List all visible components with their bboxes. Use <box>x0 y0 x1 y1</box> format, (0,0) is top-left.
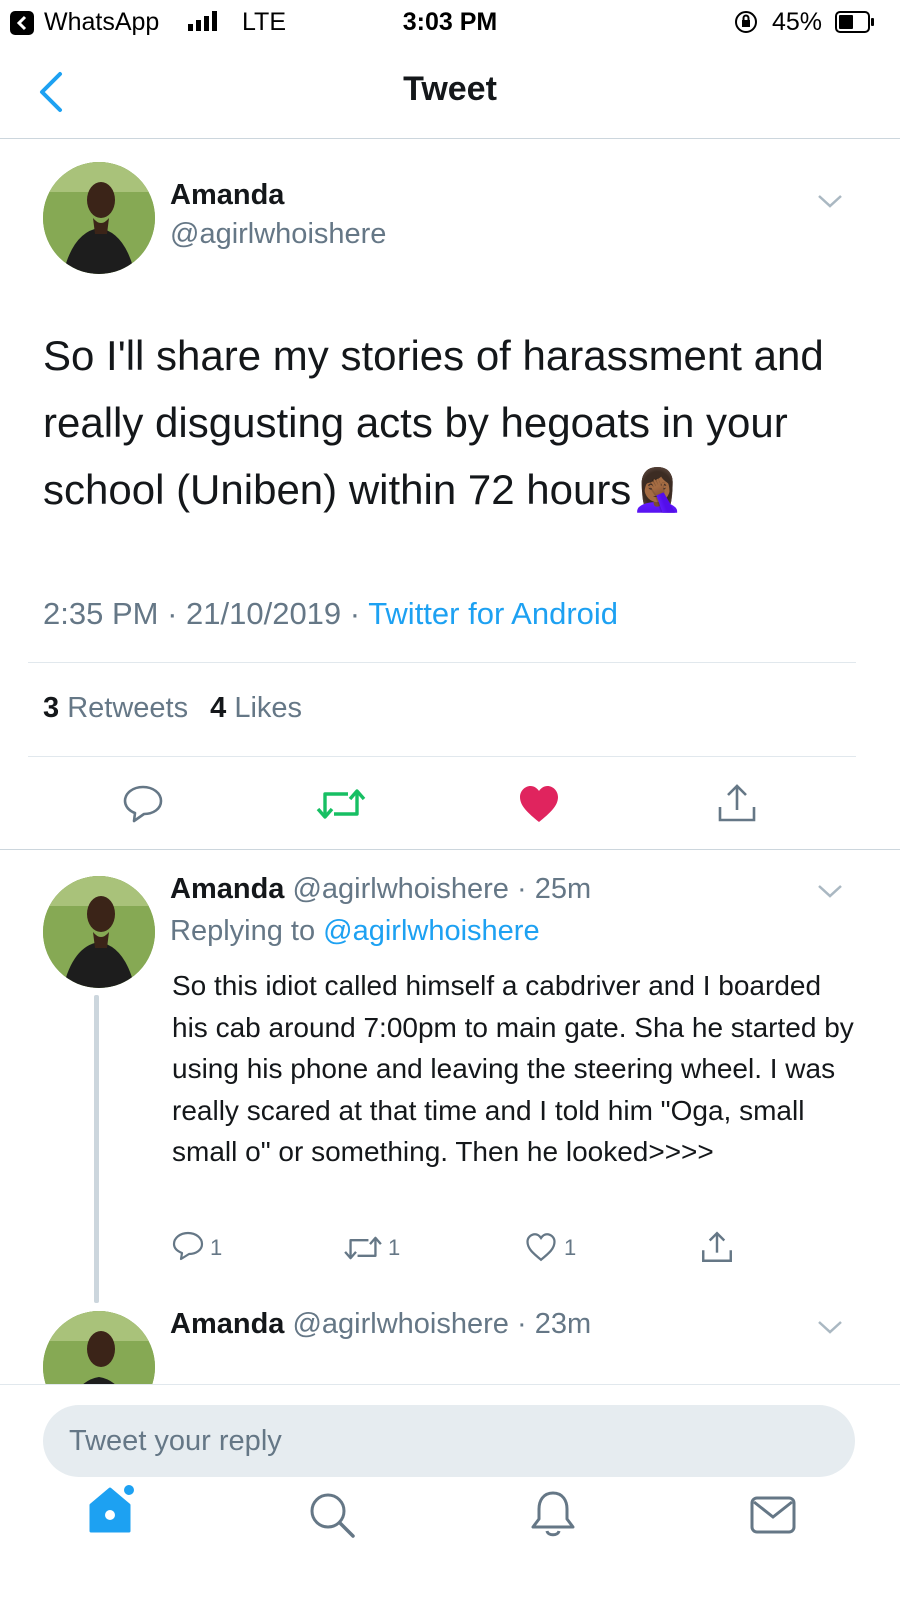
tweet-client-link[interactable]: Twitter for Android <box>368 596 618 631</box>
chevron-down-icon[interactable] <box>816 882 844 900</box>
page-title: Tweet <box>403 70 497 108</box>
home-icon[interactable] <box>88 1483 136 1535</box>
reply-count: 1 <box>210 1235 223 1260</box>
like-heart-icon[interactable] <box>518 784 560 824</box>
likes-stat[interactable]: 4 Likes <box>210 692 302 724</box>
reply-icon[interactable] <box>172 1231 204 1261</box>
retweet-icon[interactable] <box>343 1234 383 1262</box>
reply-header: Amanda @agirlwhoishere · 23m <box>170 1308 591 1341</box>
engagement-stats: 3 Retweets 4 Likes <box>43 692 302 725</box>
bottom-bar <box>0 1384 900 1601</box>
tweet-time: 2:35 PM <box>43 596 159 631</box>
tweet-date: 21/10/2019 <box>186 596 342 631</box>
reply-input[interactable] <box>43 1405 855 1477</box>
retweets-count: 3 <box>43 692 60 724</box>
battery-percent: 45% <box>772 8 823 36</box>
chevron-down-icon[interactable] <box>816 1318 844 1336</box>
author-handle[interactable]: @agirlwhoishere <box>170 218 386 251</box>
meta-separator: · <box>349 596 369 631</box>
avatar-image <box>43 162 155 274</box>
replying-to: Replying to @agirlwhoishere <box>170 915 540 948</box>
replying-to-label: Replying to <box>170 915 316 947</box>
reply-author-handle[interactable]: @agirlwhoishere <box>292 873 508 905</box>
share-icon[interactable] <box>716 782 758 824</box>
reply-text: So this idiot called himself a cabdriver… <box>172 970 854 1167</box>
facepalm-emoji: 🤦🏾‍♀️ <box>631 466 684 513</box>
retweet-icon[interactable] <box>316 786 366 822</box>
retweets-stat[interactable]: 3 Retweets <box>43 692 188 724</box>
rotation-lock-icon <box>735 11 757 33</box>
search-icon[interactable] <box>308 1491 356 1539</box>
chevron-down-icon[interactable] <box>816 192 844 210</box>
author-name[interactable]: Amanda <box>170 179 284 212</box>
divider <box>28 756 856 757</box>
like-heart-icon[interactable] <box>525 1232 557 1262</box>
share-icon[interactable] <box>700 1230 734 1264</box>
reply-age: · 23m <box>516 1308 592 1340</box>
avatar[interactable] <box>43 876 155 988</box>
battery-icon <box>835 11 874 33</box>
likes-label: Likes <box>234 692 303 724</box>
reply-author-handle[interactable]: @agirlwhoishere <box>292 1308 508 1340</box>
tweet-text: So I'll share my stories of harassment a… <box>43 332 824 513</box>
like-count: 1 <box>564 1235 577 1260</box>
messages-icon[interactable] <box>750 1495 796 1535</box>
likes-count: 4 <box>210 692 227 724</box>
thread-line <box>94 995 99 1303</box>
status-time: 3:03 PM <box>402 8 498 36</box>
notifications-icon[interactable] <box>530 1489 576 1539</box>
meta-separator: · <box>167 596 187 631</box>
avatar-image <box>43 876 155 988</box>
retweets-label: Retweets <box>67 692 189 724</box>
divider <box>28 662 856 663</box>
avatar[interactable] <box>43 162 155 274</box>
tweet-meta: 2:35 PM · 21/10/2019 · Twitter for Andro… <box>43 596 618 632</box>
retweet-count: 1 <box>388 1235 401 1260</box>
status-bar: WhatsApp LTE 3:03 PM 45% <box>0 0 900 46</box>
reply-age: · 25m <box>516 873 592 905</box>
reply-icon[interactable] <box>122 784 164 824</box>
divider <box>0 849 900 850</box>
replying-to-handle[interactable]: @agirlwhoishere <box>323 915 539 947</box>
reply-author-name[interactable]: Amanda <box>170 1308 284 1340</box>
top-nav: Tweet <box>0 48 900 139</box>
reply-header: Amanda @agirlwhoishere · 25m <box>170 873 591 906</box>
reply-author-name[interactable]: Amanda <box>170 873 284 905</box>
